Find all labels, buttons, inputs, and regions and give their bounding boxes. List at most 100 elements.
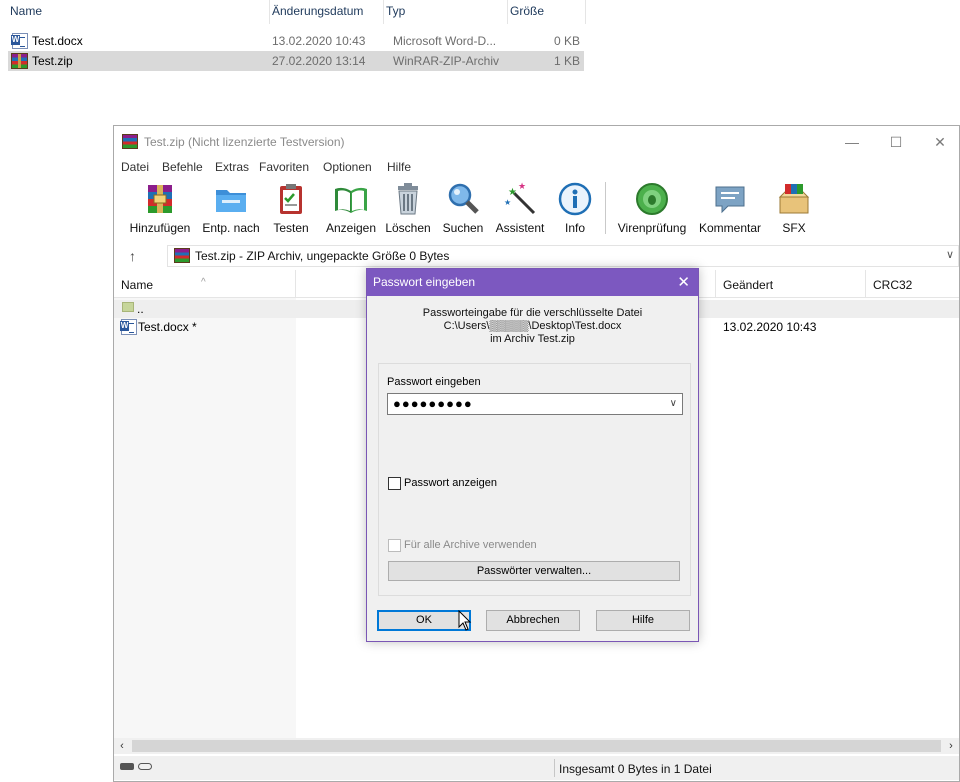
- menu-extras[interactable]: Extras: [215, 160, 249, 174]
- status-text: Insgesamt 0 Bytes in 1 Datei: [559, 762, 712, 776]
- maximize-button[interactable]: ☐: [879, 130, 913, 154]
- toolbar-separator: [605, 182, 606, 234]
- chevron-down-icon[interactable]: ∨: [946, 248, 954, 261]
- sfx-box-icon: [778, 184, 810, 214]
- test-button[interactable]: Testen: [266, 178, 316, 240]
- parent-folder-icon: [122, 302, 134, 312]
- password-input[interactable]: ●●●●●●●●●: [393, 396, 473, 411]
- address-field[interactable]: Test.zip - ZIP Archiv, ungepackte Größe …: [167, 245, 959, 267]
- window-title: Test.zip (Nicht lizenzierte Testversion): [144, 135, 345, 149]
- wizard-button[interactable]: ★ ★ ★ Assistent: [492, 178, 548, 240]
- info-icon: [558, 182, 592, 216]
- dialog-info-text: Passworteingabe für die verschlüsselte D…: [367, 307, 698, 346]
- comment-label: Kommentar: [698, 221, 762, 235]
- trash-icon: [398, 183, 418, 215]
- word-doc-icon: [120, 319, 137, 335]
- mouse-cursor-icon: [458, 610, 472, 631]
- comment-button[interactable]: Kommentar: [696, 178, 764, 240]
- column-header-name[interactable]: Name ^: [114, 270, 296, 298]
- address-text: Test.zip - ZIP Archiv, ungepackte Größe …: [195, 249, 450, 263]
- column-header-date[interactable]: Änderungsdatum: [270, 0, 384, 24]
- find-button[interactable]: Suchen: [438, 178, 488, 240]
- cancel-button[interactable]: Abbrechen: [486, 610, 580, 631]
- show-password-label[interactable]: Passwort anzeigen: [404, 477, 497, 489]
- info-line: im Archiv Test.zip: [490, 333, 575, 345]
- dialog-title-bar[interactable]: Passwort eingeben ✕: [367, 269, 698, 296]
- column-header-name[interactable]: Name: [8, 0, 270, 24]
- menu-optionen[interactable]: Optionen: [323, 160, 372, 174]
- explorer-file-row-selected[interactable]: Test.zip 27.02.2020 13:14 WinRAR-ZIP-Arc…: [8, 51, 584, 71]
- file-name: Test.docx *: [138, 320, 197, 334]
- view-label: Anzeigen: [325, 221, 377, 235]
- file-name: Test.docx: [32, 34, 83, 48]
- status-bar: Insgesamt 0 Bytes in 1 Datei: [114, 756, 959, 780]
- column-header-type[interactable]: Typ: [384, 0, 508, 24]
- title-bar[interactable]: Test.zip (Nicht lizenzierte Testversion)…: [114, 126, 959, 158]
- explorer-file-row[interactable]: Test.docx 13.02.2020 10:43 Microsoft Wor…: [8, 31, 584, 51]
- virus-scan-icon: [636, 183, 668, 215]
- virus-scan-button[interactable]: Virenprüfung: [612, 178, 692, 240]
- menu-favoriten[interactable]: Favoriten: [259, 160, 309, 174]
- menu-befehle[interactable]: Befehle: [162, 160, 203, 174]
- status-divider: [554, 759, 555, 777]
- name-column-band: [114, 298, 296, 738]
- drive-icon[interactable]: [120, 763, 134, 770]
- menu-hilfe[interactable]: Hilfe: [387, 160, 411, 174]
- winrar-archive-icon: [11, 53, 28, 69]
- wizard-wand-icon: ★ ★ ★: [504, 182, 536, 215]
- close-button[interactable]: ✕: [923, 130, 957, 154]
- explorer-column-headers: Name Änderungsdatum Typ Größe: [0, 0, 590, 24]
- password-combobox[interactable]: ●●●●●●●●● ∨: [387, 393, 683, 415]
- find-label: Suchen: [442, 221, 484, 235]
- virus-scan-label: Virenprüfung: [617, 221, 687, 235]
- close-icon[interactable]: ✕: [677, 273, 690, 291]
- svg-text:★: ★: [504, 198, 511, 207]
- chevron-down-icon[interactable]: ∨: [670, 398, 677, 409]
- file-type: WinRAR-ZIP-Archiv: [393, 54, 500, 68]
- up-arrow-icon[interactable]: ↑: [129, 248, 136, 264]
- menu-bar: Datei Befehle Extras Favoriten Optionen …: [114, 158, 959, 178]
- password-dialog: Passwort eingeben ✕ Passworteingabe für …: [366, 268, 699, 642]
- svg-text:★: ★: [518, 182, 526, 192]
- address-bar: ↑ Test.zip - ZIP Archiv, ungepackte Größ…: [114, 244, 959, 268]
- file-name: Test.zip: [32, 54, 73, 68]
- extract-folder-icon: [216, 190, 246, 212]
- add-archive-icon: [148, 185, 172, 213]
- toolbar: Hinzufügen Entp. nach Testen Anzeigen Lö…: [114, 178, 959, 244]
- help-button[interactable]: Hilfe: [596, 610, 690, 631]
- password-label: Passwort eingeben: [387, 376, 481, 388]
- delete-label: Löschen: [385, 221, 431, 235]
- extract-to-label: Entp. nach: [202, 221, 260, 235]
- column-header-name-label: Name: [121, 278, 154, 292]
- file-date: 13.02.2020 10:43: [272, 34, 366, 48]
- sfx-button[interactable]: SFX: [770, 178, 818, 240]
- all-archives-checkbox: [388, 539, 401, 552]
- column-header-size[interactable]: Größe: [508, 0, 586, 24]
- key-icon[interactable]: [138, 763, 152, 770]
- ok-button[interactable]: OK: [377, 610, 471, 631]
- info-button[interactable]: Info: [554, 178, 596, 240]
- show-password-checkbox[interactable]: [388, 477, 401, 490]
- file-type: Microsoft Word-D...: [393, 34, 497, 48]
- word-doc-icon: [11, 33, 28, 49]
- all-archives-label: Für alle Archive verwenden: [404, 539, 537, 551]
- archive-icon: [174, 248, 190, 263]
- column-header-crc32[interactable]: CRC32: [866, 270, 960, 298]
- info-path: C:\Users\▒▒▒▒▒\Desktop\Test.docx: [443, 320, 622, 332]
- add-button[interactable]: Hinzufügen: [127, 178, 193, 240]
- delete-button[interactable]: Löschen: [382, 178, 434, 240]
- extract-to-button[interactable]: Entp. nach: [198, 178, 264, 240]
- minimize-button[interactable]: —: [835, 130, 869, 154]
- dialog-title: Passwort eingeben: [373, 275, 476, 289]
- scroll-right-icon[interactable]: ›: [943, 738, 959, 754]
- test-clipboard-icon: [280, 184, 302, 214]
- svg-text:★: ★: [508, 187, 517, 198]
- file-size: 0 KB: [553, 34, 580, 48]
- horizontal-scrollbar[interactable]: ‹ ›: [114, 738, 959, 754]
- menu-datei[interactable]: Datei: [121, 160, 149, 174]
- manage-passwords-button[interactable]: Passwörter verwalten...: [388, 561, 680, 581]
- column-header-modified[interactable]: Geändert: [716, 270, 866, 298]
- scrollbar-thumb[interactable]: [132, 740, 941, 752]
- view-button[interactable]: Anzeigen: [322, 178, 380, 240]
- scroll-left-icon[interactable]: ‹: [114, 738, 130, 754]
